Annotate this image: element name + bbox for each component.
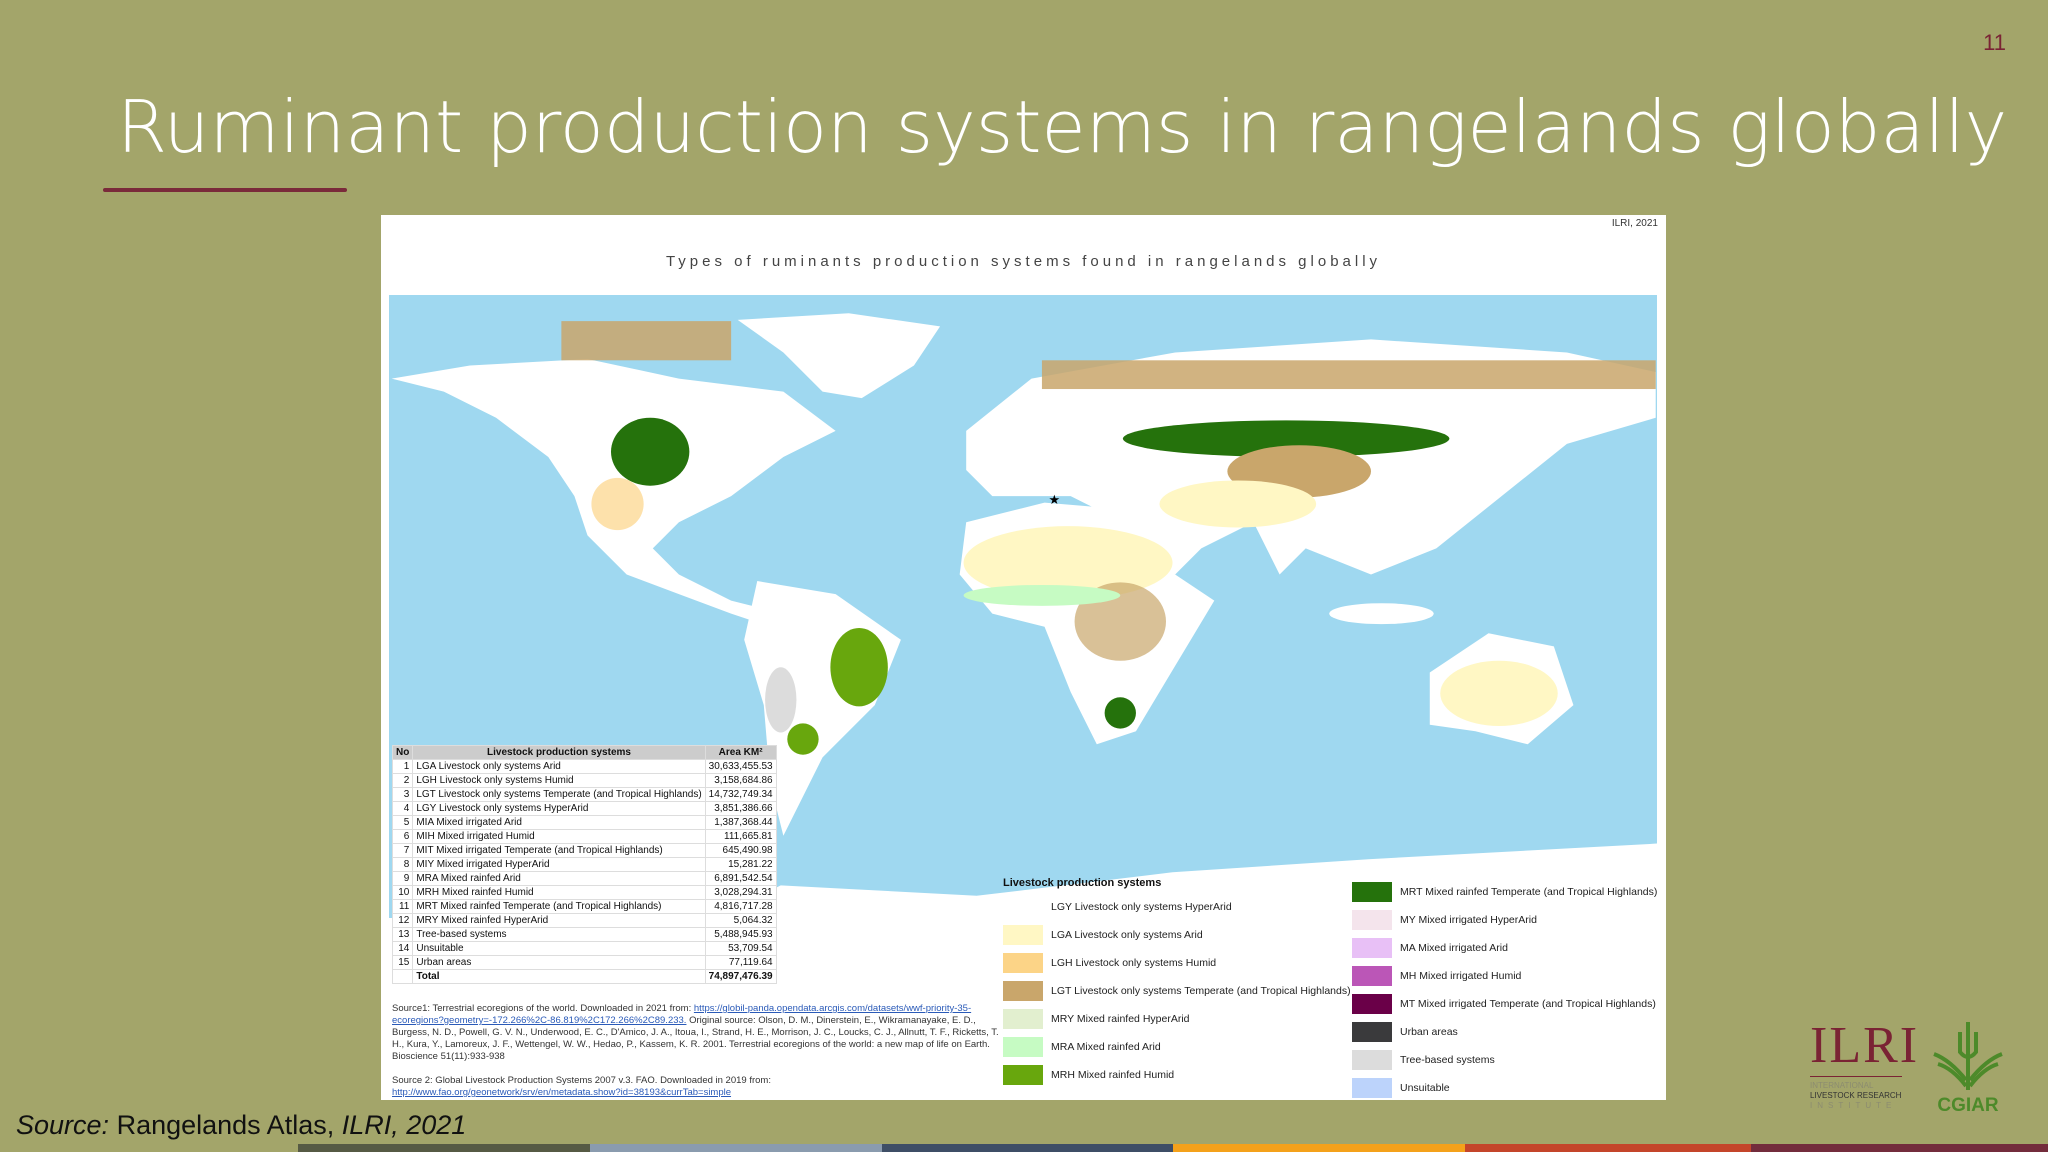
legend-item: Tree-based systems [1352,1050,1495,1070]
legend-item: Urban areas [1352,1022,1458,1042]
legend-swatch [1003,981,1043,1001]
legend-label: LGH Livestock only systems Humid [1051,957,1217,969]
legend-swatch [1352,994,1392,1014]
legend-swatch [1003,1037,1043,1057]
legend: Livestock production systems LGY Livesto… [381,215,1666,1100]
bar-segment [1751,1144,2048,1152]
legend-item: Unsuitable [1352,1078,1450,1098]
legend-item: MA Mixed irrigated Arid [1352,938,1508,958]
legend-item: MRT Mixed rainfed Temperate (and Tropica… [1352,882,1657,902]
legend-label: MRH Mixed rainfed Humid [1051,1069,1175,1081]
legend-label: MRY Mixed rainfed HyperArid [1051,1013,1190,1025]
legend-swatch [1003,925,1043,945]
legend-label: MRA Mixed rainfed Arid [1051,1041,1161,1053]
legend-swatch [1352,910,1392,930]
legend-label: MH Mixed irrigated Humid [1400,970,1522,982]
legend-swatch [1003,1009,1043,1029]
map-figure: ILRI, 2021 Types of ruminants production… [381,215,1666,1100]
legend-swatch [1003,897,1043,917]
legend-swatch [1352,938,1392,958]
legend-label: MRT Mixed rainfed Temperate (and Tropica… [1400,886,1658,898]
bar-segment [1173,1144,1465,1152]
bar-segment [882,1144,1173,1152]
ilri-logo: ILRI INTERNATIONAL LIVESTOCK RESEARCH IN… [1810,1017,1920,1110]
legend-item: LGH Livestock only systems Humid [1003,953,1216,973]
legend-item: MY Mixed irrigated HyperArid [1352,910,1537,930]
legend-item: LGT Livestock only systems Temperate (an… [1003,981,1351,1001]
legend-label: Tree-based systems [1400,1054,1495,1066]
legend-item: MRH Mixed rainfed Humid [1003,1065,1174,1085]
legend-label: LGY Livestock only systems HyperArid [1051,901,1232,913]
legend-label: MT Mixed irrigated Temperate (and Tropic… [1400,998,1656,1010]
legend-label: Unsuitable [1400,1082,1450,1094]
legend-title: Livestock production systems [1003,877,1162,889]
legend-swatch [1352,1022,1392,1042]
legend-swatch [1352,1050,1392,1070]
legend-label: LGT Livestock only systems Temperate (an… [1051,985,1351,997]
legend-swatch [1003,953,1043,973]
title-underline [103,188,347,192]
legend-item: LGY Livestock only systems HyperArid [1003,897,1232,917]
legend-swatch [1352,882,1392,902]
bar-segment [1465,1144,1751,1152]
legend-item: MH Mixed irrigated Humid [1352,966,1521,986]
bar-segment [298,1144,590,1152]
slide-title: Ruminant production systems in rangeland… [117,85,2008,169]
source-caption: Source: Rangelands Atlas, ILRI, 2021 [16,1110,467,1140]
legend-label: Urban areas [1400,1026,1458,1038]
legend-label: LGA Livestock only systems Arid [1051,929,1203,941]
legend-item: MRA Mixed rainfed Arid [1003,1037,1161,1057]
cgiar-logo: CGIAR [1928,1022,2008,1117]
legend-item: MRY Mixed rainfed HyperArid [1003,1009,1190,1029]
legend-swatch [1352,966,1392,986]
wheat-icon [1933,1022,2003,1090]
legend-item: LGA Livestock only systems Arid [1003,925,1203,945]
legend-swatch [1352,1078,1392,1098]
legend-swatch [1003,1065,1043,1085]
legend-label: MA Mixed irrigated Arid [1400,942,1508,954]
legend-label: MY Mixed irrigated HyperArid [1400,914,1537,926]
legend-item: MT Mixed irrigated Temperate (and Tropic… [1352,994,1656,1014]
bar-segment [590,1144,882,1152]
page-number: 11 [1983,30,2006,55]
